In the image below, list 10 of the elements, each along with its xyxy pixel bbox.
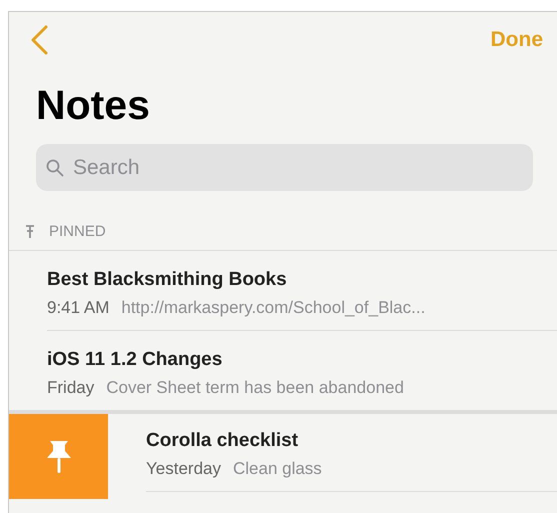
back-button[interactable]	[29, 25, 49, 55]
note-item[interactable]: Corolla checklist Yesterday Clean glass	[146, 414, 557, 492]
note-item[interactable]: Best Blacksmithing Books 9:41 AM http://markaspery.com/School_of_Blac...	[47, 251, 557, 331]
section-header: PINNED	[49, 223, 106, 240]
search-field[interactable]: Search	[36, 144, 533, 191]
page-title: Notes	[36, 82, 151, 128]
pin-button[interactable]	[9, 414, 108, 499]
note-item[interactable]: iOS 11 1.2 Changes Friday Cover Sheet term has been abandoned	[47, 331, 557, 411]
back-chevron-icon	[29, 25, 49, 55]
pin-icon	[25, 224, 35, 238]
